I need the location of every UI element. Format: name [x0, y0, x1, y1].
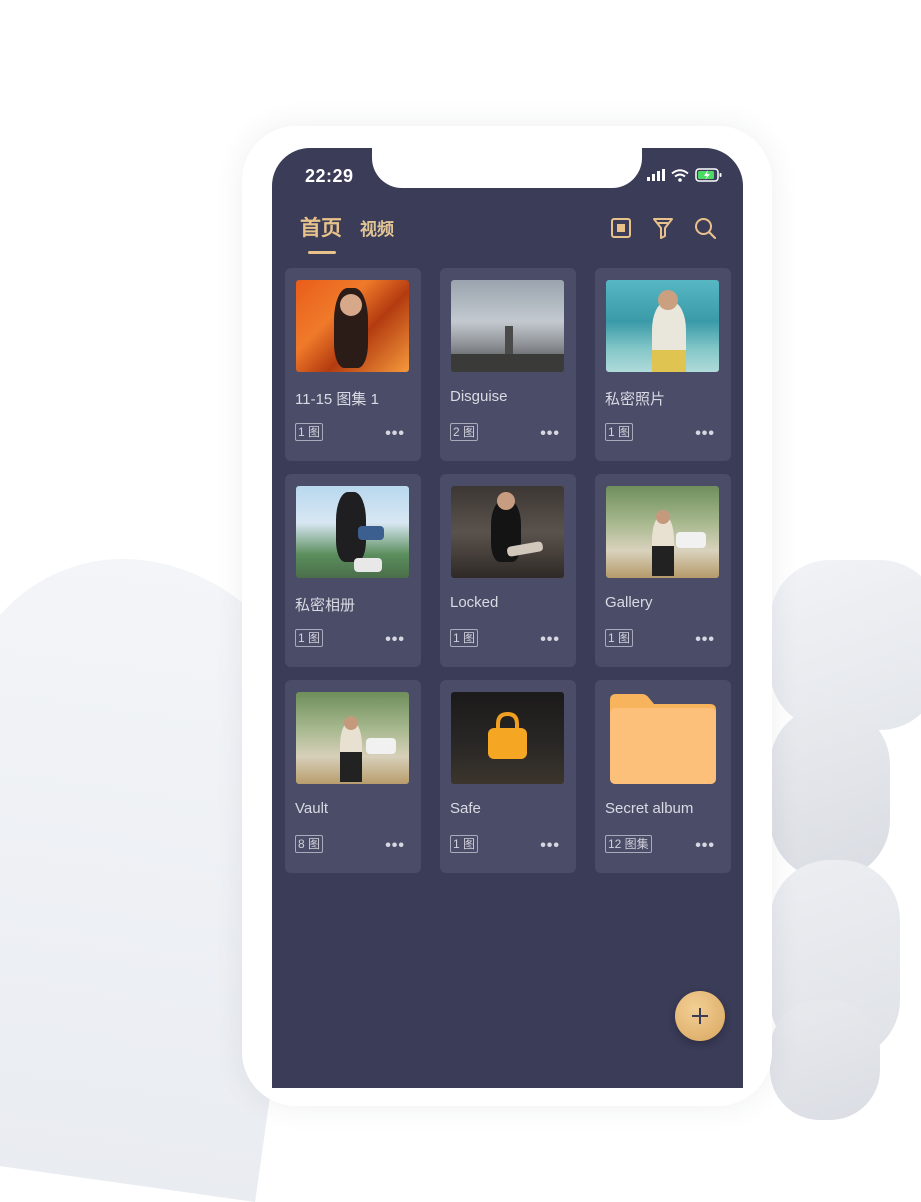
album-title: 11-15 图集 1 — [295, 391, 379, 408]
square-icon — [611, 218, 631, 238]
album-thumbnail — [606, 692, 719, 784]
more-options-button[interactable]: ••• — [385, 425, 405, 443]
album-count-badge: 1 图 — [295, 629, 324, 647]
album-grid: 11-15 图集 1 1 图 ••• Disguise 2 图 ••• 私密照片… — [285, 268, 731, 873]
album-card[interactable]: 11-15 图集 1 1 图 ••• — [285, 268, 421, 461]
wifi-icon — [671, 168, 689, 182]
notch — [372, 148, 642, 188]
background-finger — [770, 705, 890, 880]
more-options-button[interactable]: ••• — [540, 837, 560, 855]
album-count-badge: 1 图 — [605, 423, 634, 441]
header-actions — [609, 216, 717, 240]
album-count-badge: 8 图 — [295, 835, 324, 853]
album-thumbnail — [606, 486, 719, 578]
album-title: Disguise — [450, 388, 508, 405]
album-thumbnail — [606, 280, 719, 372]
album-thumbnail — [451, 280, 564, 372]
album-title: Vault — [295, 800, 329, 817]
more-options-button[interactable]: ••• — [540, 425, 560, 443]
album-card[interactable]: Locked 1 图 ••• — [440, 474, 576, 667]
signal-icon — [647, 169, 665, 181]
app-screen: 22:29 首页 视频 11-15 图集 1 1 图 ••• Disguise … — [272, 148, 743, 1088]
album-title: 私密照片 — [605, 391, 666, 408]
filter-icon — [653, 218, 673, 239]
album-count-badge: 1 图 — [295, 423, 324, 441]
more-options-button[interactable]: ••• — [695, 425, 715, 443]
add-album-button[interactable] — [675, 991, 725, 1041]
album-title: Safe — [450, 800, 481, 817]
background-finger — [770, 560, 921, 730]
album-title: Secret album — [605, 800, 694, 817]
album-count-badge: 1 图 — [450, 629, 479, 647]
battery-icon — [695, 168, 722, 182]
album-count-badge: 1 图 — [450, 835, 479, 853]
status-time: 22:29 — [305, 166, 354, 186]
select-square-button[interactable] — [609, 216, 633, 240]
more-options-button[interactable]: ••• — [695, 837, 715, 855]
album-card[interactable]: Disguise 2 图 ••• — [440, 268, 576, 461]
album-thumbnail — [451, 486, 564, 578]
album-card[interactable]: Vault 8 图 ••• — [285, 680, 421, 873]
album-card[interactable]: Safe 1 图 ••• — [440, 680, 576, 873]
album-count-badge: 2 图 — [450, 423, 479, 441]
lock-icon — [488, 711, 527, 759]
album-title: Locked — [450, 594, 499, 611]
more-options-button[interactable]: ••• — [385, 837, 405, 855]
album-card[interactable]: 私密照片 1 图 ••• — [595, 268, 731, 461]
album-card[interactable]: Gallery 1 图 ••• — [595, 474, 731, 667]
album-thumbnail — [296, 692, 409, 784]
album-title: 私密相册 — [295, 597, 356, 614]
album-card[interactable]: 私密相册 1 图 ••• — [285, 474, 421, 667]
tab-video[interactable]: 视频 — [360, 215, 394, 242]
album-title: Gallery — [605, 594, 653, 611]
album-thumbnail — [296, 280, 409, 372]
folder-icon — [610, 694, 716, 784]
album-thumbnail — [296, 486, 409, 578]
search-button[interactable] — [693, 216, 717, 240]
more-options-button[interactable]: ••• — [695, 631, 715, 649]
plus-icon — [692, 1008, 708, 1024]
album-count-badge: 12 图集 — [605, 835, 652, 853]
tab-bar: 首页 视频 — [300, 212, 394, 254]
tab-home[interactable]: 首页 — [300, 212, 342, 254]
more-options-button[interactable]: ••• — [540, 631, 560, 649]
search-icon — [695, 218, 716, 239]
album-count-badge: 1 图 — [605, 629, 634, 647]
album-thumbnail — [451, 692, 564, 784]
background-finger — [770, 1000, 880, 1120]
album-card[interactable]: Secret album 12 图集 ••• — [595, 680, 731, 873]
status-icons — [647, 168, 723, 182]
filter-button[interactable] — [651, 216, 675, 240]
more-options-button[interactable]: ••• — [385, 631, 405, 649]
